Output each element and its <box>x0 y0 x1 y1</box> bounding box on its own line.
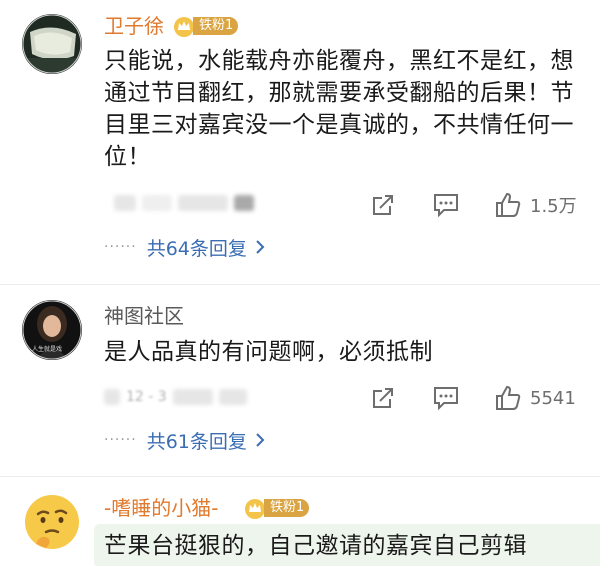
fan-badge[interactable]: 铁粉1 <box>173 15 239 37</box>
view-replies-link[interactable]: ······ 共64条回复 <box>104 235 265 260</box>
comment-feed: 卫子徐 铁粉1 只能说，水能载舟亦能覆舟，黑红不是红，想通过节目翻红，那就需要承… <box>0 0 600 566</box>
reply-count: 共61条回复 <box>146 430 247 453</box>
comment-icon <box>434 194 458 218</box>
like-count: 1.5万 <box>530 196 577 217</box>
dots-icon: ······ <box>104 432 137 448</box>
badge-label: 铁粉1 <box>264 499 310 517</box>
like-button[interactable]: 5541 <box>494 383 576 413</box>
avatar-caption: 人生就是戏 <box>32 346 63 353</box>
comment-text: 是人品真的有问题啊，必须抵制 <box>104 339 433 365</box>
comment-meta-blurred <box>114 192 254 214</box>
username[interactable]: -嗜睡的小猫- <box>104 495 218 521</box>
crown-icon <box>245 499 265 519</box>
comment-meta-blurred: 12 - 3 <box>104 386 247 408</box>
avatar[interactable]: 人生就是戏 <box>22 300 82 360</box>
chevron-right-icon <box>256 433 265 447</box>
comment-text: 只能说，水能载舟亦能覆舟，黑红不是红，想通过节目翻红，那就需要承受翻船的后果！节… <box>104 48 574 170</box>
like-button[interactable]: 1.5万 <box>494 190 577 220</box>
divider <box>0 284 600 285</box>
share-button[interactable] <box>370 190 396 220</box>
thinking-emoji-avatar-icon <box>22 492 82 552</box>
comment-date-fragment: 12 - 3 <box>126 389 167 405</box>
avatar[interactable] <box>22 492 82 552</box>
divider <box>0 476 600 477</box>
crown-icon <box>174 17 194 37</box>
badge-label: 铁粉1 <box>193 17 239 35</box>
share-icon <box>373 195 393 215</box>
like-count: 5541 <box>530 387 576 409</box>
username[interactable]: 神图社区 <box>104 303 184 329</box>
comment-button[interactable] <box>432 190 460 220</box>
fan-badge[interactable]: 铁粉1 <box>244 497 310 519</box>
dots-icon: ······ <box>104 239 137 255</box>
thumbs-up-icon <box>496 192 521 217</box>
reply-count: 共64条回复 <box>146 237 247 260</box>
comment-text: 芒果台挺狠的，自己邀请的嘉宾自己剪辑 <box>104 533 527 559</box>
share-icon <box>373 388 393 408</box>
avatar[interactable] <box>22 14 82 74</box>
chevron-right-icon <box>256 240 265 254</box>
comment-icon <box>434 387 458 411</box>
thumbs-up-icon <box>496 385 521 410</box>
car-window-photo-avatar-icon <box>22 14 82 74</box>
username[interactable]: 卫子徐 <box>104 13 164 39</box>
view-replies-link[interactable]: ······ 共61条回复 <box>104 428 265 453</box>
comment-button[interactable] <box>432 383 460 413</box>
share-button[interactable] <box>370 383 396 413</box>
